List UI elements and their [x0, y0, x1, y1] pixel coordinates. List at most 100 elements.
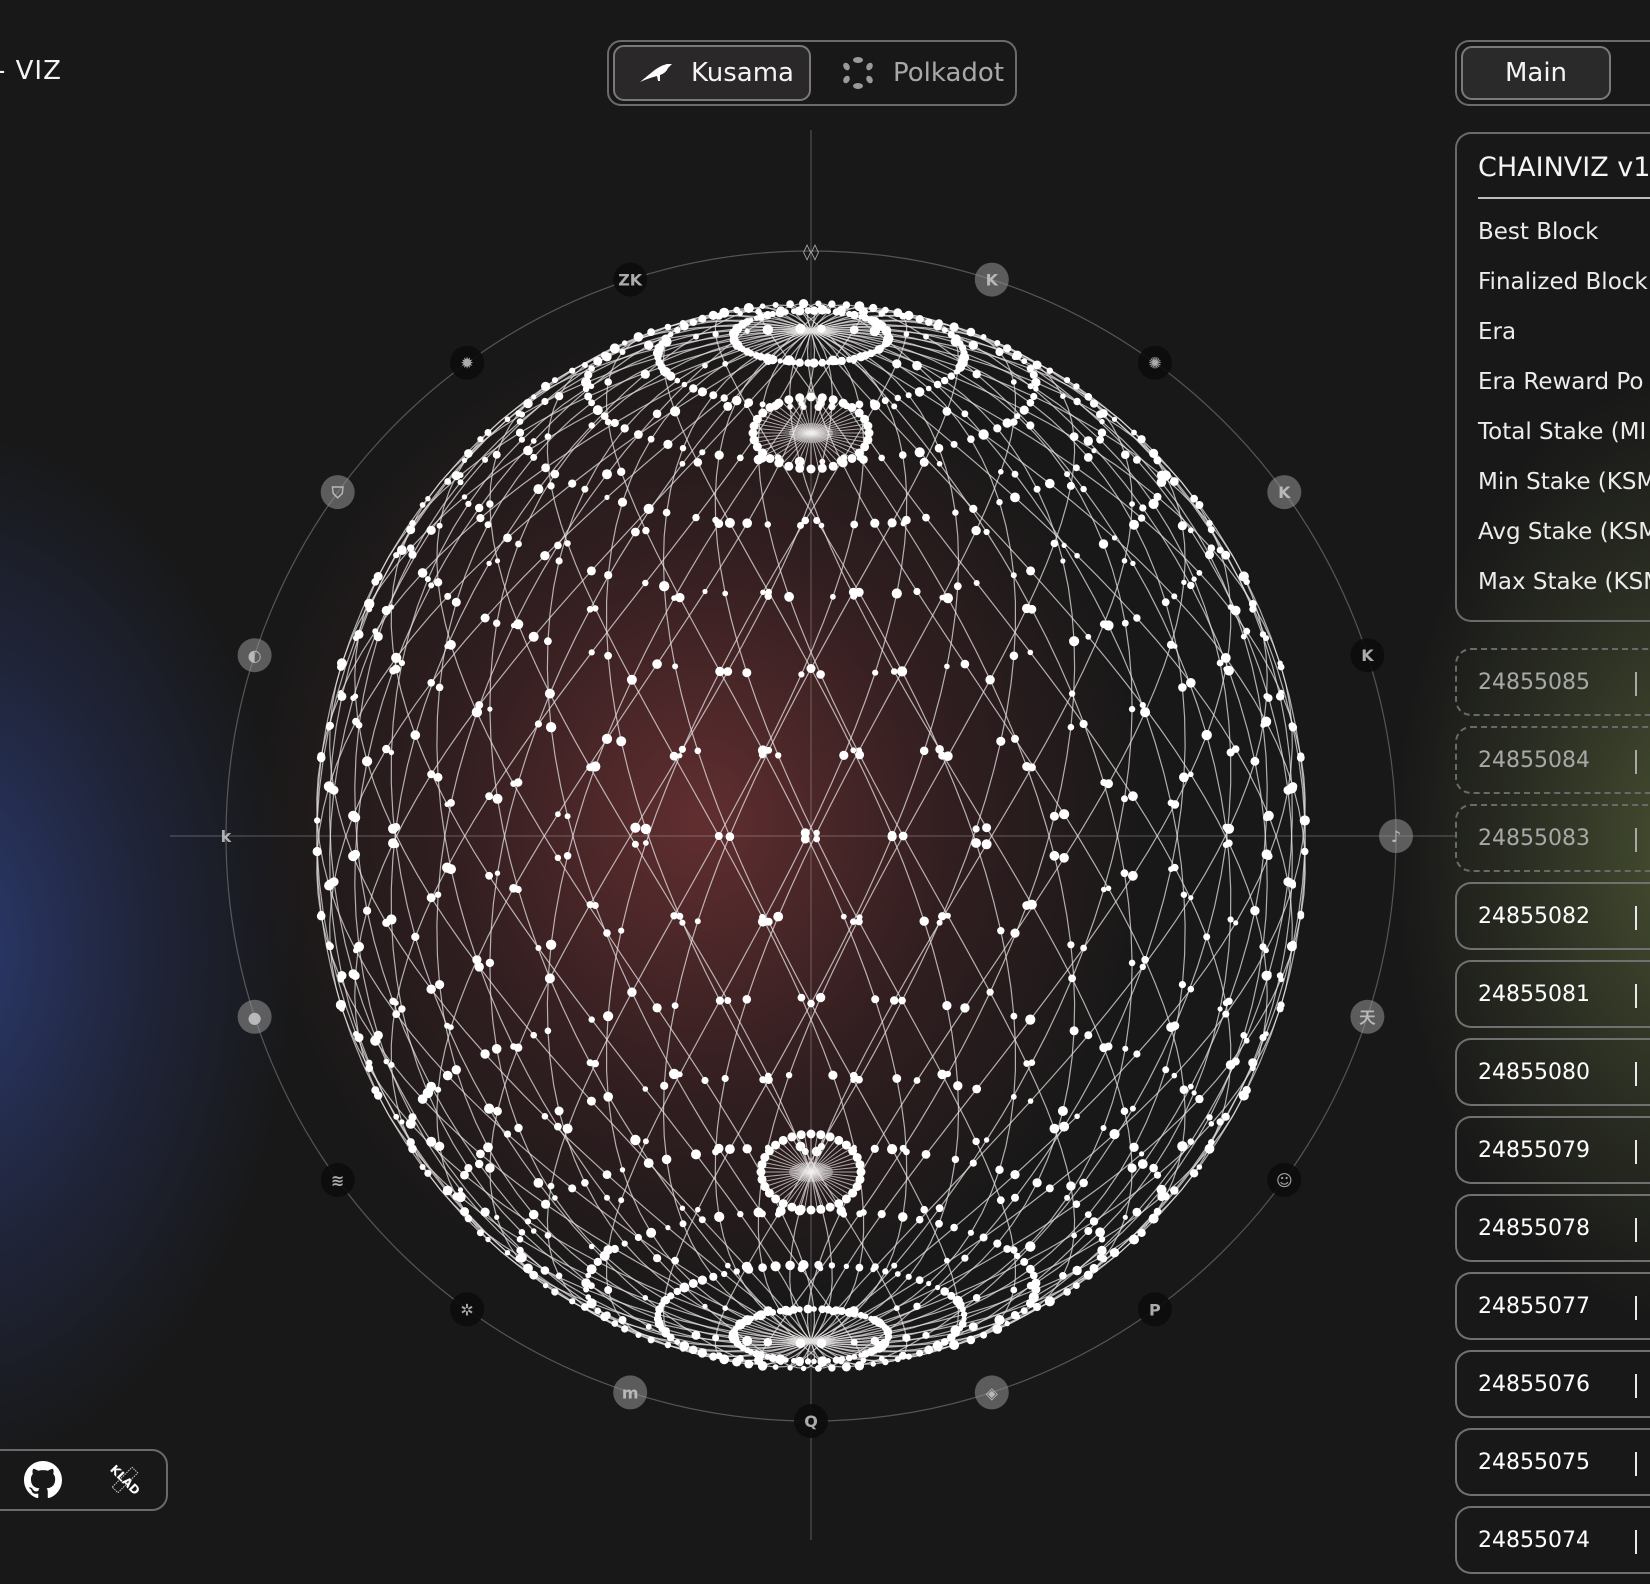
validator-node [523, 398, 533, 409]
validator-node [841, 1194, 851, 1204]
parachain-k-outline-icon[interactable]: k [221, 827, 232, 846]
kusama-tab[interactable]: Kusama [613, 45, 811, 101]
parachain-zk-icon[interactable]: ZK [613, 262, 648, 297]
validator-node [668, 331, 674, 338]
sphere-meridian [757, 330, 1076, 1367]
parachain-q-icon[interactable]: Q [794, 1404, 828, 1438]
validator-node [870, 1361, 876, 1367]
validator-node [600, 412, 609, 420]
validator-node [915, 1215, 924, 1224]
parachain-sphere-icon[interactable]: ● [237, 999, 272, 1034]
validator-node [626, 674, 637, 685]
validator-node [460, 1170, 469, 1180]
parachain-sun-icon[interactable]: ✹ [450, 345, 485, 380]
block-item[interactable]: 24855079 [1455, 1116, 1650, 1184]
block-item[interactable]: 24855082 [1455, 882, 1650, 950]
pole-glow [789, 1162, 833, 1182]
validator-node [371, 577, 380, 586]
validator-node [838, 309, 846, 317]
validator-node [834, 1199, 844, 1209]
validator-node [1028, 1292, 1039, 1303]
validator-node [828, 1070, 838, 1080]
validator-node [913, 1302, 921, 1311]
validator-node [1178, 981, 1186, 989]
polkadot-tab[interactable]: Polkadot [817, 45, 1024, 101]
validator-node [652, 1003, 662, 1013]
validator-node [551, 1288, 559, 1296]
block-item[interactable]: 24855076 [1455, 1350, 1650, 1418]
validator-node [504, 1250, 511, 1256]
parachain-stripes-icon[interactable]: ≋ [320, 1162, 355, 1197]
tab-main[interactable]: Main [1461, 46, 1611, 100]
validator-node [593, 356, 603, 366]
validator-node [588, 383, 595, 390]
validator-node [647, 328, 655, 336]
validator-node [863, 421, 873, 431]
block-item[interactable]: 24855078 [1455, 1194, 1650, 1262]
parachain-shield-icon[interactable]: ⛉ [320, 475, 355, 510]
validator-node [457, 479, 464, 486]
validator-node [563, 852, 572, 860]
parachain-top-icon[interactable]: ◊◊ [803, 242, 819, 261]
validator-node [1120, 1107, 1129, 1115]
validator-node [724, 517, 735, 528]
block-item[interactable]: 24855081 [1455, 960, 1650, 1028]
validator-node [555, 1272, 563, 1280]
parachain-music-icon[interactable]: ♪ [1379, 819, 1413, 853]
parachain-bifrost-icon[interactable]: ✺ [1137, 345, 1172, 380]
validator-node [671, 1002, 679, 1009]
block-item[interactable]: 24855085 [1455, 648, 1650, 716]
validator-node [737, 310, 743, 317]
validator-node [1301, 817, 1308, 824]
validator-node [1057, 1106, 1068, 1116]
validator-node [1026, 899, 1037, 910]
validator-node [1060, 393, 1066, 400]
validator-node [584, 370, 593, 379]
parachain-glyph: K [1361, 646, 1374, 665]
parachain-k-2-icon[interactable]: K [1267, 475, 1302, 510]
validator-node [476, 1229, 484, 1237]
validator-node [1139, 504, 1147, 512]
parachain-k-1-icon[interactable]: K [974, 262, 1009, 297]
validator-node [850, 1309, 859, 1318]
validator-node [813, 517, 821, 524]
parachain-leaf-icon[interactable]: ◈ [974, 1375, 1009, 1410]
parachain-duck-icon[interactable]: ◐ [237, 638, 272, 673]
validator-node [493, 1106, 502, 1116]
validator-node [996, 736, 1006, 746]
validator-node [1220, 653, 1231, 663]
validator-node [351, 971, 360, 980]
validator-node [871, 995, 880, 1004]
block-item[interactable]: 24855074 [1455, 1506, 1650, 1574]
github-icon [24, 1461, 62, 1499]
parachain-tian-icon[interactable]: 天 [1350, 999, 1385, 1034]
validator-node [887, 1144, 898, 1155]
block-item[interactable]: 24855083 [1455, 804, 1650, 872]
block-number: 24855080 [1478, 1059, 1590, 1085]
parachain-m-icon[interactable]: m [613, 1375, 648, 1410]
validator-sphere-visualization[interactable]: ◊◊ K ✺ K K ♪ 天 ☺ P ◈ Qm ✲ ≋ ● k ◐ ⛉ ✹ ZK [0, 0, 1650, 1550]
validator-node [1153, 1207, 1162, 1216]
validator-node [1129, 1142, 1139, 1153]
klad-link[interactable]: KLAD [103, 1458, 147, 1502]
block-item[interactable]: 24855075 [1455, 1428, 1650, 1496]
parachain-p-icon[interactable]: P [1137, 1292, 1172, 1327]
parachain-robot-icon[interactable]: ☺ [1267, 1162, 1302, 1197]
validator-node [426, 1136, 437, 1147]
github-link[interactable] [21, 1458, 65, 1502]
validator-node [719, 307, 730, 318]
validator-node [744, 328, 750, 334]
validator-node [695, 1206, 701, 1213]
validator-node [388, 1061, 395, 1068]
validator-node [518, 436, 526, 443]
block-item[interactable]: 24855080 [1455, 1038, 1650, 1106]
parachain-k-3-icon[interactable]: K [1350, 638, 1385, 673]
validator-node [757, 1351, 765, 1360]
parachain-crab-icon[interactable]: ✲ [450, 1292, 485, 1327]
block-item[interactable]: 24855077 [1455, 1272, 1650, 1340]
validator-node [870, 1315, 879, 1325]
block-item[interactable]: 24855084 [1455, 726, 1650, 794]
validator-node [544, 637, 552, 646]
validator-node [892, 1074, 902, 1083]
validator-node [554, 541, 562, 550]
